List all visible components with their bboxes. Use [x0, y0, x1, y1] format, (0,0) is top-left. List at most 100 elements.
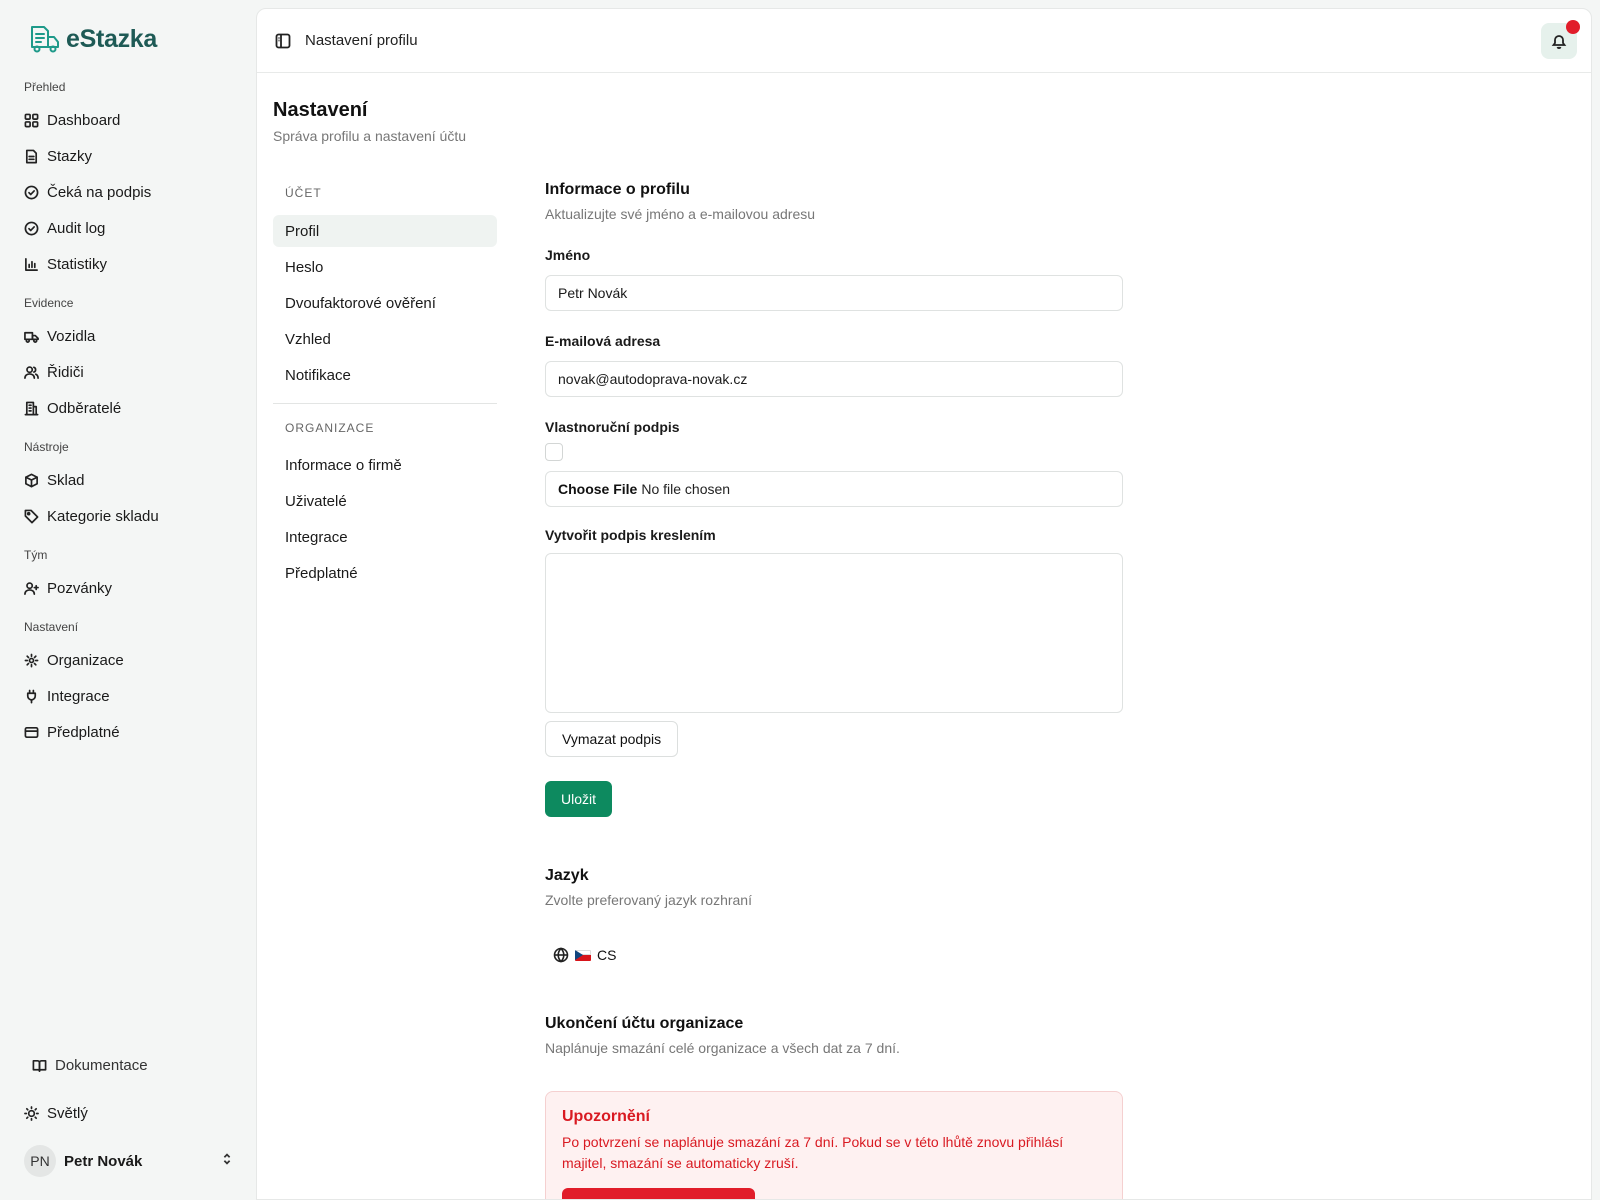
user-menu[interactable]: PN Petr Novák: [24, 1144, 234, 1178]
page-subtitle: Správa profilu a nastavení účtu: [273, 128, 467, 144]
sidebar-item-invitations[interactable]: Pozvánky: [24, 577, 112, 599]
sidebar-item-warehouse-categories[interactable]: Kategorie skladu: [24, 505, 159, 527]
check-circle-icon: [24, 221, 39, 235]
choose-file-button[interactable]: Choose File: [558, 481, 637, 497]
termination-section-title: Ukončení účtu organizace: [545, 1015, 744, 1032]
documentation-label: Dokumentace: [55, 1056, 148, 1074]
breadcrumb: Nastavení profilu: [305, 32, 418, 49]
termination-section-subtitle: Naplánuje smazání celé organizace a všec…: [545, 1040, 900, 1056]
app-logo[interactable]: eStazka: [28, 24, 157, 54]
sidebar-item-dashboard[interactable]: Dashboard: [24, 109, 120, 131]
sidebar: eStazka Přehled Dashboard Stazky Čeká na…: [0, 0, 256, 1200]
documentation-link[interactable]: Dokumentace: [32, 1054, 148, 1076]
language-select[interactable]: CS: [553, 947, 616, 963]
sidebar-item-integrations[interactable]: Integrace: [24, 685, 110, 707]
signature-label: Vlastnoruční podpis: [545, 419, 680, 435]
theme-toggle[interactable]: Světlý: [24, 1102, 88, 1124]
subnav-divider: [273, 403, 497, 404]
user-name: Petr Novák: [64, 1152, 143, 1170]
sidebar-item-drivers[interactable]: Řidiči: [24, 361, 84, 383]
subnav-item-company-info[interactable]: Informace o firmě: [273, 449, 497, 481]
credit-card-icon: [24, 726, 39, 738]
notifications-button[interactable]: [1541, 20, 1580, 59]
file-text-icon: [25, 149, 38, 163]
main-panel: Nastavení profilu Nastavení Správa profi…: [256, 8, 1592, 1200]
nav-group-label: Evidence: [24, 296, 74, 310]
avatar: PN: [24, 1145, 56, 1177]
plug-icon: [26, 689, 37, 703]
nav-group-label: Nástroje: [24, 440, 69, 454]
language-value: CS: [597, 947, 617, 963]
box-icon: [25, 473, 38, 487]
subnav-item-subscription[interactable]: Předplatné: [273, 557, 497, 589]
sidebar-item-label: Stazky: [47, 147, 93, 165]
subnav-item-appearance[interactable]: Vzhled: [273, 323, 497, 355]
sun-icon: [24, 1105, 39, 1121]
subnav-item-integrations[interactable]: Integrace: [273, 521, 497, 553]
draw-signature-label: Vytvořit podpis kreslením: [545, 527, 716, 543]
subnav-item-users[interactable]: Uživatelé: [273, 485, 497, 517]
subnav-label-account: ÚČET: [285, 186, 322, 200]
sidebar-item-label: Čeká na podpis: [47, 183, 152, 201]
sidebar-item-audit-log[interactable]: Audit log: [24, 217, 105, 239]
chevrons-up-down-icon: [220, 1152, 234, 1170]
truck-icon: [24, 331, 39, 343]
sidebar-item-label: Dashboard: [47, 111, 121, 129]
sidebar-item-label: Kategorie skladu: [47, 507, 159, 525]
sidebar-item-label: Řidiči: [47, 363, 84, 381]
profile-section-title: Informace o profilu: [545, 181, 690, 198]
sidebar-item-pending-signature[interactable]: Čeká na podpis: [24, 181, 151, 203]
czech-flag-icon: [575, 949, 591, 961]
sidebar-item-vehicles[interactable]: Vozidla: [24, 325, 95, 347]
subnav-item-password[interactable]: Heslo: [273, 251, 497, 283]
sidebar-item-customers[interactable]: Odběratelé: [24, 397, 121, 419]
subnav-item-two-factor[interactable]: Dvoufaktorové ověření: [273, 287, 497, 319]
signature-canvas[interactable]: [545, 553, 1123, 713]
terminate-organization-button[interactable]: Ukončit účet organizace: [562, 1188, 756, 1199]
sidebar-toggle-icon[interactable]: [275, 33, 291, 53]
nav-group-label: Tým: [24, 548, 48, 562]
app-name: eStazka: [66, 24, 158, 53]
subnav-item-notifications[interactable]: Notifikace: [273, 359, 497, 391]
warning-text: Po potvrzení se naplánuje smazání za 7 d…: [562, 1134, 1064, 1171]
clear-signature-button[interactable]: Vymazat podpis: [545, 721, 679, 757]
sidebar-item-label: Sklad: [47, 471, 85, 489]
sidebar-item-warehouse[interactable]: Sklad: [24, 469, 85, 491]
sidebar-item-label: Integrace: [47, 687, 110, 705]
subnav-label-organization: ORGANIZACE: [285, 421, 375, 435]
sidebar-item-label: Vozidla: [47, 327, 96, 345]
grid-icon: [24, 113, 39, 127]
bar-chart-icon: [25, 257, 38, 271]
user-plus-icon: [24, 581, 39, 595]
check-circle-icon: [24, 185, 39, 199]
building-icon: [24, 401, 39, 415]
tag-icon: [24, 509, 39, 523]
signature-file-input[interactable]: Choose File No file chosen: [545, 471, 1123, 507]
sidebar-item-label: Statistiky: [47, 255, 108, 273]
save-button[interactable]: Uložit: [545, 781, 613, 817]
file-status: No file chosen: [641, 481, 731, 497]
theme-label: Světlý: [47, 1104, 88, 1122]
topbar: Nastavení profilu: [257, 9, 1591, 73]
sidebar-item-stazky[interactable]: Stazky: [24, 145, 92, 167]
sidebar-item-organization[interactable]: Organizace: [24, 649, 124, 671]
signature-checkbox[interactable]: [545, 443, 563, 461]
sidebar-item-statistics[interactable]: Statistiky: [24, 253, 107, 275]
sidebar-item-subscription[interactable]: Předplatné: [24, 721, 120, 743]
email-input[interactable]: novak@autodoprava-novak.cz: [545, 361, 1123, 397]
sidebar-item-label: Odběratelé: [47, 399, 122, 417]
name-input[interactable]: Petr Novák: [545, 275, 1123, 311]
users-icon: [24, 365, 39, 379]
nav-group-label: Nastavení: [24, 620, 79, 634]
warning-box: Upozornění Po potvrzení se naplánuje sma…: [545, 1091, 1123, 1199]
language-section-title: Jazyk: [545, 867, 589, 884]
gear-icon: [24, 653, 39, 667]
email-label: E-mailová adresa: [545, 333, 661, 349]
sidebar-item-label: Předplatné: [47, 723, 120, 741]
bell-icon: [1551, 35, 1567, 49]
subnav-item-profile[interactable]: Profil: [273, 215, 497, 247]
truck-document-icon: [31, 26, 59, 53]
notification-badge: [1566, 20, 1580, 34]
page-title: Nastavení: [273, 99, 368, 121]
warning-title: Upozornění: [562, 1108, 650, 1125]
